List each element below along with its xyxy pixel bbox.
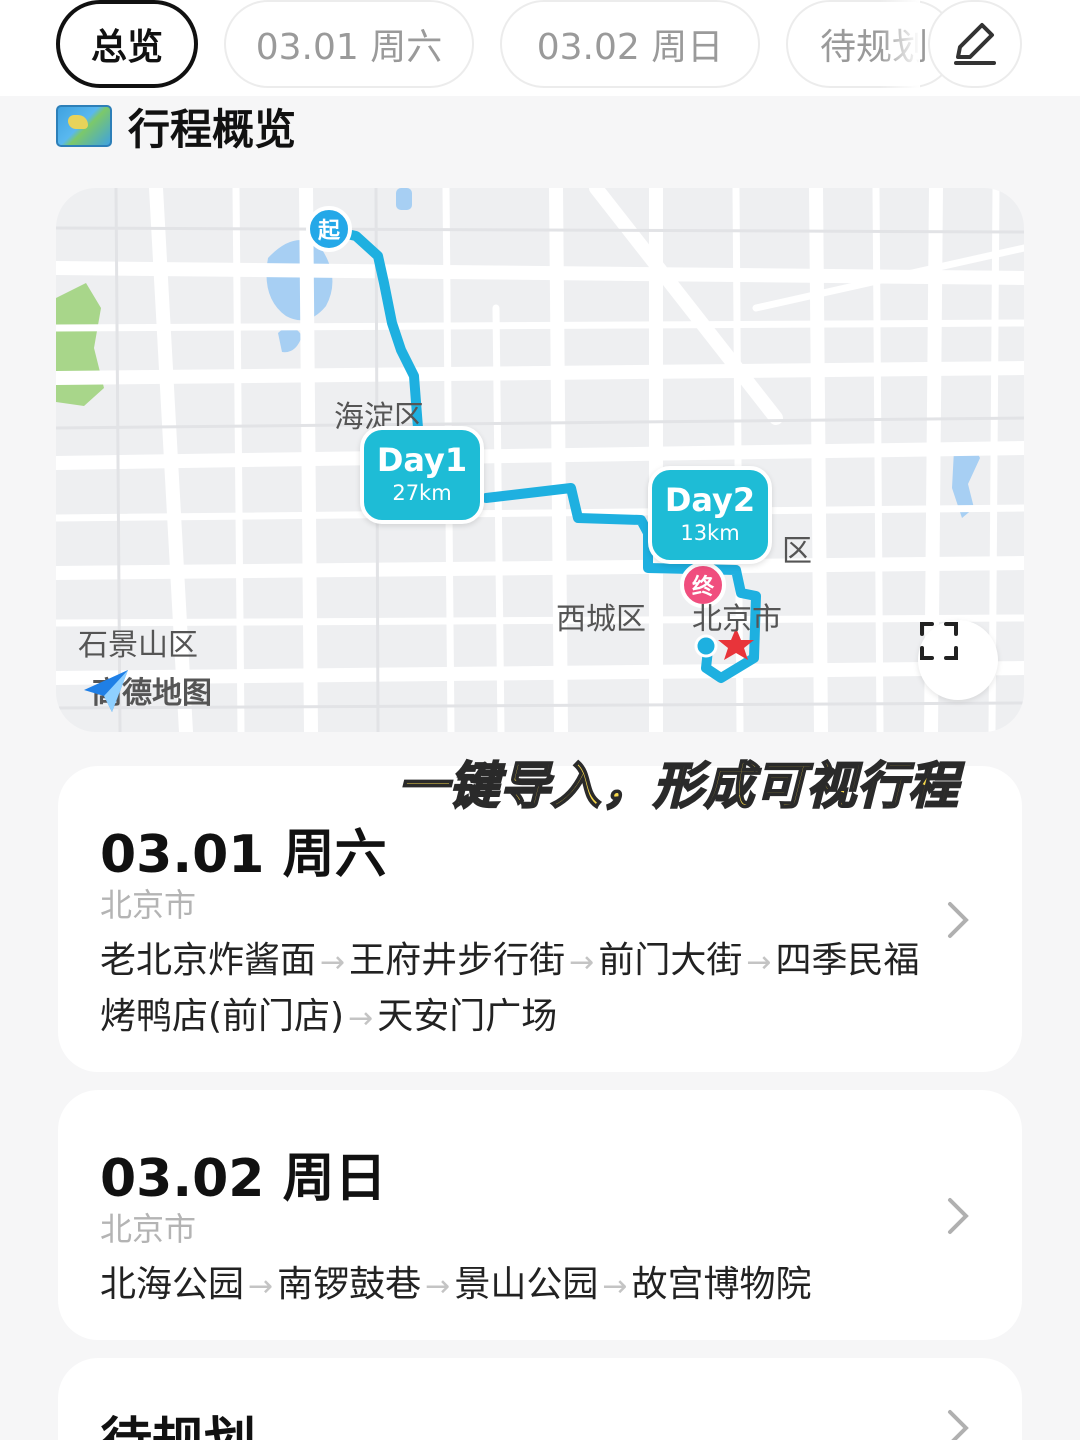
day-city: 北京市 xyxy=(100,1210,197,1248)
day-city: 北京市 xyxy=(100,886,197,924)
day-date: 待规划 xyxy=(100,1400,256,1440)
pencil-icon xyxy=(954,23,996,65)
route-stop: 天安门广场 xyxy=(377,996,558,1037)
chevron-right-icon xyxy=(948,1410,969,1440)
pond-shape xyxy=(278,327,302,353)
route-arrow: → xyxy=(320,945,346,980)
location-dot xyxy=(694,634,718,658)
day1-label: Day1 xyxy=(376,441,468,479)
map-label-dongcheng: 区 xyxy=(782,534,812,569)
route-arrow: → xyxy=(569,945,595,980)
expand-icon xyxy=(920,622,958,660)
paper-plane-icon xyxy=(84,670,128,712)
route-stop: 景山公园 xyxy=(454,1264,599,1305)
section-header: 行程概览 xyxy=(56,100,296,154)
tab-overview[interactable]: 总览 xyxy=(56,0,198,88)
edit-button[interactable] xyxy=(928,0,1022,88)
route-stop: 老北京炸酱面 xyxy=(100,940,317,981)
day-card-to-plan[interactable]: 待规划 xyxy=(58,1358,1022,1440)
green-area xyxy=(56,283,104,406)
route-stop: 故宫博物院 xyxy=(631,1264,812,1305)
pond-shape-2 xyxy=(396,188,412,210)
route-stop: 前门大街 xyxy=(598,940,743,981)
section-title: 行程概览 xyxy=(128,104,297,154)
fullscreen-button[interactable] xyxy=(918,620,998,700)
day-date: 03.01 周六 xyxy=(100,825,387,885)
route-arrow: → xyxy=(348,1001,374,1036)
route-arrow: → xyxy=(425,1269,451,1304)
chevron-right-icon xyxy=(948,1198,969,1234)
route-stop: 王府井步行街 xyxy=(349,940,566,981)
day-date: 03.02 周日 xyxy=(100,1149,387,1209)
day2-bubble[interactable]: Day2 13km xyxy=(648,466,772,564)
caption-overlay: 一键导入，形成可视行程 xyxy=(397,756,959,816)
map-label-beijing: 北京市 xyxy=(692,602,782,637)
day-route: 老北京炸酱面 → 王府井步行街 → 前门大街 → 四季民福烤鸭店(前门店) → 天安门广场 xyxy=(100,934,920,1046)
amap-logo: 高德地图 xyxy=(82,668,212,712)
map-label-shijingshan: 石景山区 xyxy=(78,628,198,663)
world-map-icon xyxy=(56,105,112,147)
chevron-right-icon xyxy=(948,902,969,938)
route-arrow: → xyxy=(602,1269,628,1304)
lake-shape xyxy=(266,240,333,321)
tab-day-0301[interactable]: 03.01 周六 xyxy=(224,0,474,88)
day2-label: Day2 xyxy=(664,481,756,519)
day1-distance: 27km xyxy=(392,481,452,505)
tab-bar: 总览 03.01 周六 03.02 周日 待规划 xyxy=(0,0,1080,96)
route-stop: 南锣鼓巷 xyxy=(277,1264,422,1305)
route-map[interactable]: 起 终 海淀区 西城区 石景山区 北京市 区 Day1 27km Day2 13… xyxy=(56,188,1024,732)
tab-fade xyxy=(880,0,920,88)
map-canvas xyxy=(56,188,1024,732)
day2-distance: 13km xyxy=(680,521,740,545)
day-card-0302[interactable]: 03.02 周日 北京市 北海公园 → 南锣鼓巷 → 景山公园 → 故宫博物院 xyxy=(58,1090,1022,1340)
tab-day-0302[interactable]: 03.02 周日 xyxy=(500,0,760,88)
map-label-xicheng: 西城区 xyxy=(556,602,646,637)
route-arrow: → xyxy=(746,945,772,980)
start-pin[interactable]: 起 xyxy=(306,206,352,252)
route-stop: 北海公园 xyxy=(100,1264,245,1305)
day-route: 北海公园 → 南锣鼓巷 → 景山公园 → 故宫博物院 xyxy=(100,1258,920,1314)
route-arrow: → xyxy=(248,1269,274,1304)
day1-bubble[interactable]: Day1 27km xyxy=(360,426,484,524)
